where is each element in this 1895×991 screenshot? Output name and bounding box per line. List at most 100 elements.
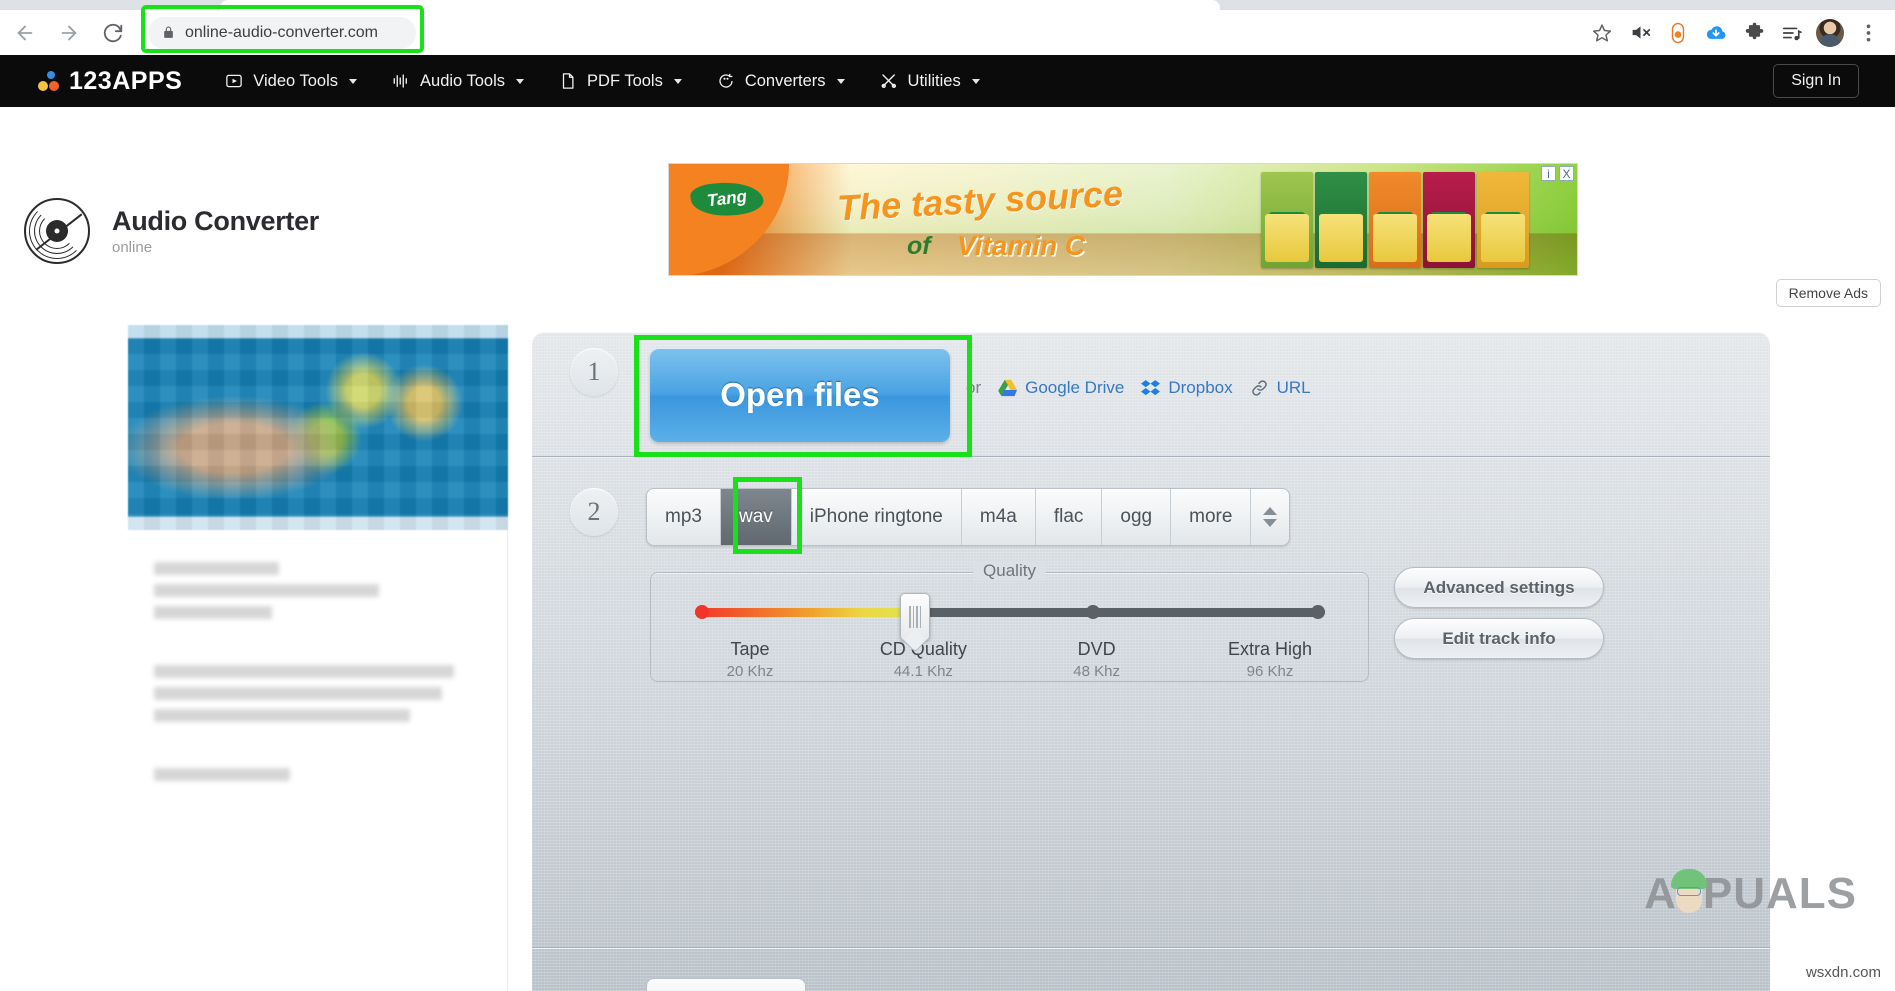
site-nav-items: Video Tools Audio Tools PDF Tools Conver… (224, 71, 980, 91)
up-down-spinner-icon (1263, 507, 1278, 527)
nav-item-label: Audio Tools (420, 71, 506, 90)
app-header-titles: Audio Converter online (112, 206, 319, 256)
browser-tab[interactable] (220, 0, 1220, 10)
video-play-icon (224, 71, 244, 91)
ad-info-icon[interactable]: i (1541, 166, 1556, 181)
nav-item-converters[interactable]: Converters (716, 71, 845, 91)
nav-item-video-tools[interactable]: Video Tools (224, 71, 358, 91)
ad-pack: Tang (1315, 172, 1367, 268)
slider-handle[interactable] (900, 593, 930, 641)
page-title: Audio Converter (112, 206, 320, 236)
chevron-down-icon (836, 78, 845, 84)
app-header: Audio Converter online (24, 198, 319, 264)
ad-close-icon[interactable]: X (1559, 166, 1574, 181)
nav-item-label: Converters (744, 71, 826, 90)
format-tab-m4a[interactable]: m4a (962, 489, 1036, 545)
ad-pack: Tang (1477, 172, 1529, 268)
ad-product-packs: Tang Tang Tang Tang Tang (1261, 172, 1529, 268)
nav-item-utilities[interactable]: Utilities (879, 71, 980, 91)
url-source[interactable]: URL (1250, 378, 1311, 398)
ad-badges: i X (1541, 166, 1574, 181)
quality-fieldset: Quality Tape 20 Khz CD Quality 44.1 Khz … (650, 561, 1369, 682)
source-watermark: wsxdn.com (1805, 964, 1881, 981)
sidebar-article (128, 325, 508, 991)
slider-tick-dvd[interactable] (1086, 605, 1100, 619)
watermark-text: PUALS (1702, 869, 1857, 918)
nav-item-label: Utilities (907, 71, 961, 90)
extensions-puzzle-icon[interactable] (1735, 14, 1773, 52)
back-arrow-icon[interactable] (6, 14, 44, 52)
ad-of-word: of (907, 232, 931, 260)
sidebar-text-block (154, 665, 507, 722)
source-label: Dropbox (1168, 378, 1233, 397)
quality-stop-tape: Tape 20 Khz (726, 639, 774, 680)
source-label: Google Drive (1025, 378, 1125, 397)
step-3-button-peek[interactable] (646, 978, 806, 991)
mute-tab-icon[interactable] (1621, 14, 1659, 52)
logo-dots-icon (38, 69, 60, 93)
format-spinner[interactable] (1251, 489, 1289, 545)
reload-icon[interactable] (94, 14, 132, 52)
format-tab-flac[interactable]: flac (1036, 489, 1103, 545)
slider-fill (695, 608, 907, 617)
chevron-down-icon (673, 78, 682, 84)
slider-tick-extra-high[interactable] (1311, 605, 1325, 619)
browser-tab-strip (0, 0, 1895, 10)
converter-circle-icon (716, 71, 736, 91)
edit-track-info-button[interactable]: Edit track info (1394, 618, 1604, 659)
chevron-down-icon (971, 78, 980, 84)
advanced-settings-button[interactable]: Advanced settings (1394, 567, 1604, 608)
playlist-music-icon[interactable] (1773, 14, 1811, 52)
pill-extension-icon[interactable] (1659, 14, 1697, 52)
ad-pack: Tang (1369, 172, 1421, 268)
sign-in-button[interactable]: Sign In (1773, 64, 1859, 98)
quality-legend: Quality (973, 561, 1046, 581)
address-bar[interactable]: online-audio-converter.com (148, 16, 416, 49)
brand-logo-text: 123APPS (69, 66, 183, 95)
avatar[interactable] (1811, 14, 1849, 52)
download-cloud-icon[interactable] (1697, 14, 1735, 52)
step-2-number: 2 (570, 488, 618, 536)
dropbox-source[interactable]: Dropbox (1141, 378, 1233, 398)
audio-waveform-icon (391, 71, 411, 91)
remove-ads-button[interactable]: Remove Ads (1775, 279, 1881, 307)
dropbox-icon (1141, 379, 1161, 397)
nav-item-pdf-tools[interactable]: PDF Tools (558, 71, 682, 91)
nav-item-audio-tools[interactable]: Audio Tools (391, 71, 525, 91)
forward-arrow-icon[interactable] (50, 14, 88, 52)
step-1-number: 1 (570, 348, 618, 396)
nav-item-label: PDF Tools (587, 71, 663, 90)
google-drive-source[interactable]: Google Drive (998, 378, 1124, 398)
site-navbar: 123APPS Video Tools Audio Tools PDF Tool… (0, 55, 1895, 107)
slider-tick-tape[interactable] (695, 605, 709, 619)
quality-stop-cd: CD Quality 44.1 Khz (879, 639, 967, 680)
chrome-menu-icon[interactable] (1849, 14, 1887, 52)
sidebar-text-block (154, 562, 507, 619)
ad-banner[interactable]: Tang The tasty source of Vitamin C Tang … (668, 163, 1578, 276)
sidebar-text-block (154, 768, 507, 781)
vinyl-record-icon (24, 198, 90, 264)
browser-toolbar-right (1583, 14, 1895, 52)
bookmark-star-icon[interactable] (1583, 14, 1621, 52)
panel-divider (532, 947, 1770, 949)
quality-stop-extra-high: Extra High 96 Khz (1227, 639, 1312, 680)
address-bar-url: online-audio-converter.com (185, 23, 378, 41)
pdf-page-icon (558, 71, 578, 91)
format-tab-iphone-ringtone[interactable]: iPhone ringtone (792, 489, 962, 545)
address-bar-wrapper: online-audio-converter.com (141, 4, 424, 53)
ad-pack: Tang (1261, 172, 1313, 268)
open-files-highlight (634, 335, 972, 457)
sidebar-image (128, 325, 508, 530)
browser-toolbar: online-audio-converter.com (0, 4, 1895, 55)
format-tab-ogg[interactable]: ogg (1102, 489, 1172, 545)
format-tab-mp3[interactable]: mp3 (647, 489, 721, 545)
google-drive-icon (998, 379, 1018, 397)
quality-slider[interactable] (695, 593, 1325, 641)
utilities-tools-icon (879, 71, 899, 91)
appuals-watermark: A PUALS (1644, 869, 1857, 919)
screenshot-root: online-audio-converter.com 123APPS Video… (0, 0, 1895, 991)
ad-pack: Tang (1423, 172, 1475, 268)
format-tab-more[interactable]: more (1171, 489, 1252, 545)
lock-icon (162, 25, 175, 40)
brand-logo[interactable]: 123APPS (38, 67, 182, 96)
